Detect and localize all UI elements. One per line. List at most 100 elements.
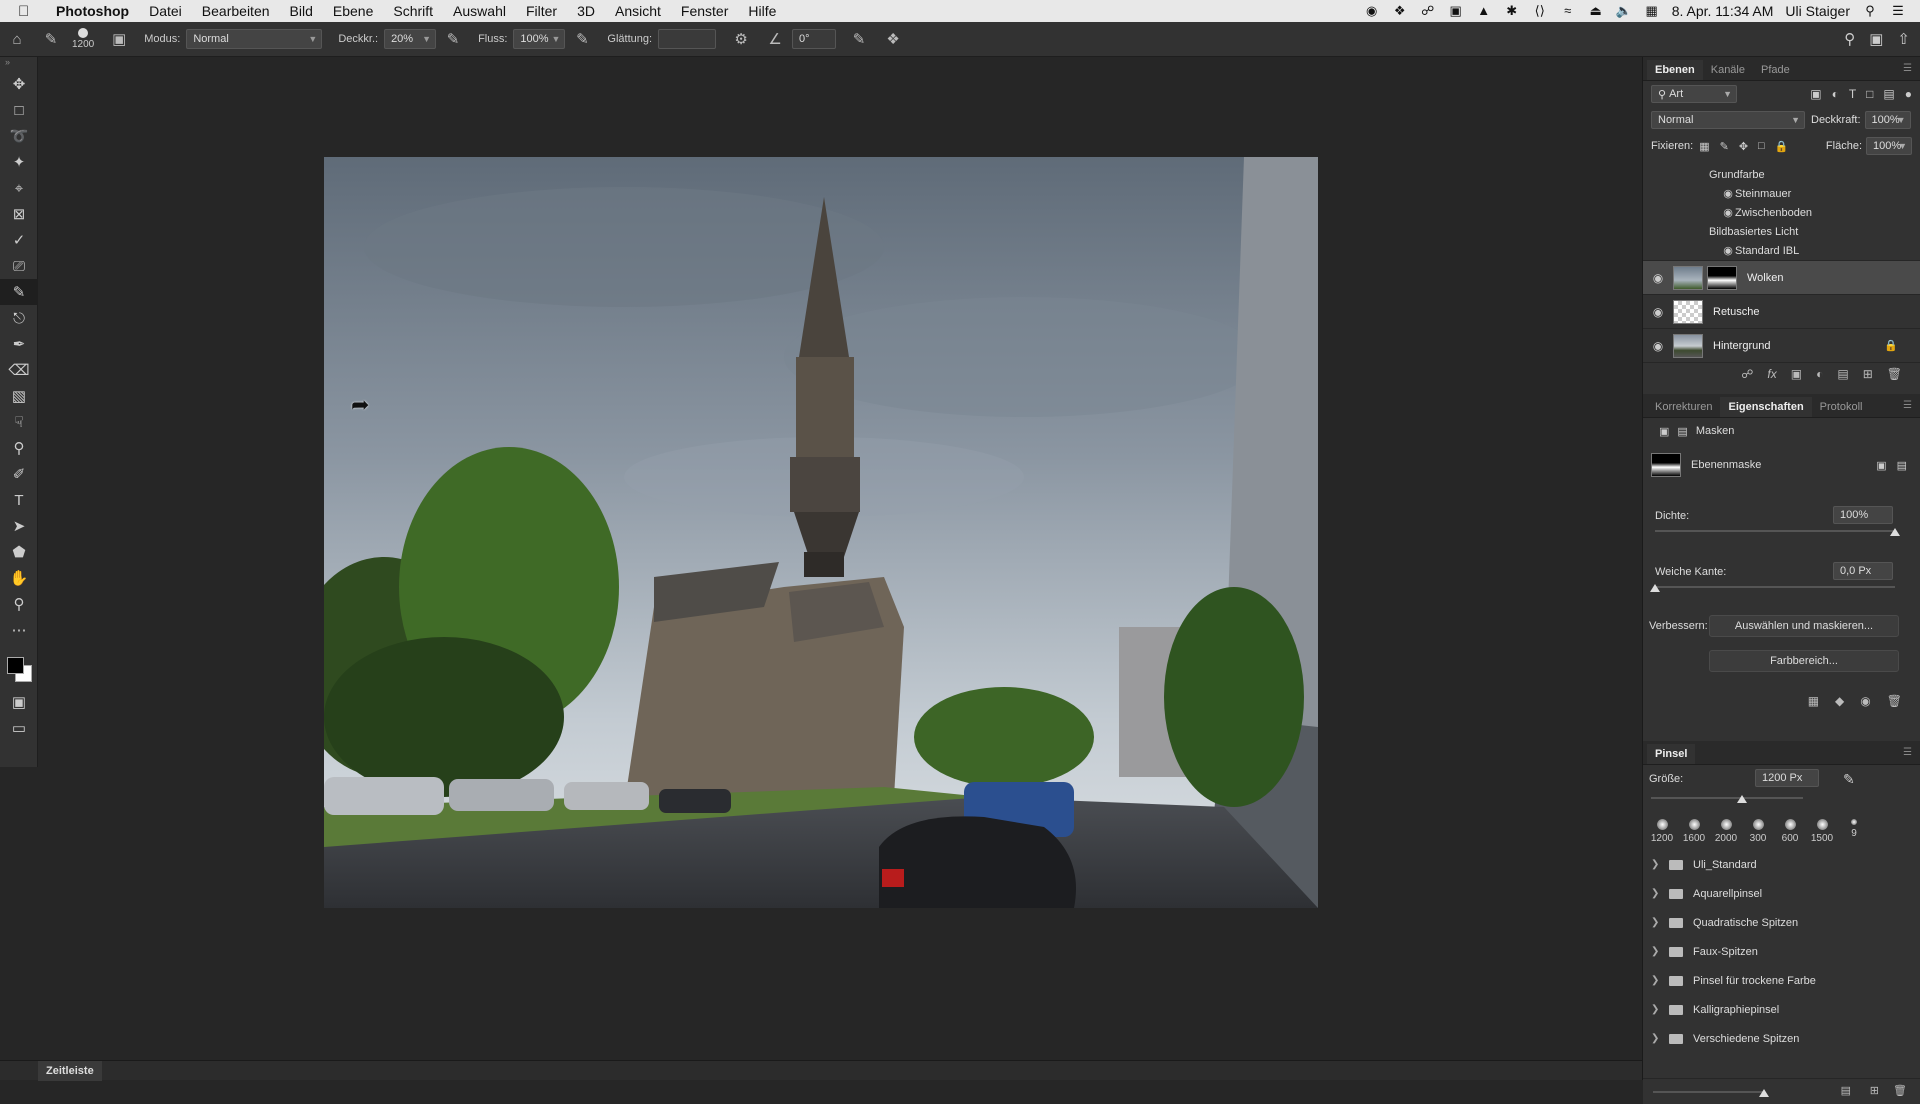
feather-field[interactable]: 0,0 Px (1833, 562, 1893, 580)
menu-datei[interactable]: Datei (139, 3, 192, 19)
trash-icon[interactable]: 🗑 (1887, 694, 1902, 708)
effect-ibl[interactable]: Bildbasiertes Licht (1709, 222, 1920, 241)
menu-fenster[interactable]: Fenster (671, 3, 738, 19)
smoothing-field[interactable] (658, 29, 717, 49)
angle-field[interactable]: 0° (792, 29, 837, 49)
brush-size-slider-track[interactable] (1651, 797, 1803, 799)
pressure-size-icon[interactable]: ✎ (848, 28, 870, 50)
lock-transparency-icon[interactable]: ▦ (1699, 140, 1709, 153)
blend-mode-select[interactable]: Normal ▼ (1651, 111, 1805, 129)
symmetry-icon[interactable]: ❖ (882, 28, 904, 50)
menu-bearbeiten[interactable]: Bearbeiten (192, 3, 280, 19)
brush-folder[interactable]: ❯ Verschiedene Spitzen (1643, 1024, 1920, 1053)
color-range-button[interactable]: Farbbereich... (1709, 650, 1899, 672)
healing-brush-tool-icon[interactable]: ⎚ (0, 253, 38, 279)
eye-icon[interactable]: ◉ (1721, 244, 1735, 257)
screen-mode-icon[interactable]: ▭ (0, 715, 38, 741)
workspace-icon[interactable]: ▣ (1869, 30, 1883, 48)
frame-tool-icon[interactable]: ⊠ (0, 201, 38, 227)
layer-row-hintergrund[interactable]: ◉ Hintergrund 🔒 (1643, 328, 1920, 362)
clone-stamp-tool-icon[interactable]: ⎋ (0, 305, 38, 331)
tab-eigenschaften[interactable]: Eigenschaften (1720, 397, 1812, 417)
add-vector-mask-icon[interactable]: ▤ (1897, 459, 1907, 472)
menu-hilfe[interactable]: Hilfe (738, 3, 786, 19)
brush-size-field[interactable]: 1200 Px (1755, 769, 1819, 787)
panel-menu-icon[interactable]: ☰ (1903, 400, 1912, 411)
gradient-tool-icon[interactable]: ▧ (0, 383, 38, 409)
dropbox-icon[interactable]: ❖ (1392, 4, 1408, 18)
brush-size-picker[interactable]: 1200 (72, 28, 94, 50)
effect-stone-wall[interactable]: ◉ Steinmauer (1709, 184, 1920, 203)
brush-tip[interactable]: 2000 (1715, 819, 1737, 844)
brush-folder[interactable]: ❯ Pinsel für trockene Farbe (1643, 966, 1920, 995)
shape-tool-icon[interactable]: ⬟ (0, 539, 38, 565)
marquee-tool-icon[interactable]: □ (0, 97, 38, 123)
more-tools-icon[interactable]: ⋯ (0, 617, 38, 643)
hand-tool-icon[interactable]: ✋ (0, 565, 38, 591)
share-icon[interactable]: ⇧ (1897, 30, 1910, 48)
new-layer-icon[interactable]: ⊞ (1863, 367, 1873, 381)
brush-tip[interactable]: 1600 (1683, 819, 1705, 844)
app-status-icon[interactable]: ▣ (1448, 4, 1464, 18)
menu-ansicht[interactable]: Ansicht (605, 3, 671, 19)
crop-tool-icon[interactable]: ⌖ (0, 175, 38, 201)
bluetooth-icon[interactable]: ✱ (1504, 4, 1520, 18)
trash-icon[interactable]: 🗑 (1893, 1084, 1907, 1097)
document-image[interactable] (324, 157, 1318, 908)
filter-toggle-icon[interactable]: ● (1905, 87, 1912, 101)
panel-menu-icon[interactable]: ☰ (1903, 63, 1912, 74)
layer-row-retusche[interactable]: ◉ Retusche (1643, 294, 1920, 328)
lock-all-icon[interactable]: 🔒 (1775, 140, 1789, 153)
add-mask-icon[interactable]: ▣ (1791, 367, 1802, 381)
layer-row-wolken[interactable]: ◉ Wolken (1643, 260, 1920, 294)
eye-icon[interactable]: ◉ (1860, 694, 1870, 708)
link-layers-icon[interactable]: ☍ (1741, 367, 1753, 381)
vector-mask-icon[interactable]: ▤ (1677, 425, 1687, 438)
menu-schrift[interactable]: Schrift (383, 3, 443, 19)
adjustment-layer-icon[interactable]: ◐ (1816, 367, 1823, 381)
eye-icon[interactable]: ◉ (1643, 305, 1673, 319)
dodge-tool-icon[interactable]: ⚲ (0, 435, 38, 461)
spotlight-search-icon[interactable]: ⚲ (1862, 4, 1878, 18)
tab-protokoll[interactable]: Protokoll (1812, 397, 1871, 417)
flow-field[interactable]: 100% ▼ (513, 29, 566, 49)
select-mask-icon[interactable]: ▣ (1876, 459, 1886, 472)
menu-ebene[interactable]: Ebene (323, 3, 383, 19)
pen-tool-icon[interactable]: ✐ (0, 461, 38, 487)
filter-shape-icon[interactable]: □ (1866, 87, 1873, 101)
menu-3d[interactable]: 3D (567, 3, 605, 19)
filter-type-icon[interactable]: T (1849, 87, 1856, 101)
layer-mask-thumbnail[interactable] (1707, 265, 1737, 290)
brush-settings-icon[interactable]: ▣ (108, 28, 130, 50)
move-tool-icon[interactable]: ✥ (0, 71, 38, 97)
canvas-area[interactable]: ➦ (38, 57, 1642, 1060)
eraser-tool-icon[interactable]: ⌫ (0, 357, 38, 383)
apple-icon[interactable]:  (18, 3, 42, 20)
quick-mask-icon[interactable]: ▣ (0, 689, 38, 715)
effect-base-color[interactable]: Grundfarbe (1709, 165, 1920, 184)
record-icon[interactable]: ◉ (1364, 4, 1380, 18)
foreground-color-swatch[interactable] (7, 657, 24, 674)
eye-icon[interactable]: ◉ (1721, 206, 1735, 219)
select-and-mask-button[interactable]: Auswählen und maskieren... (1709, 615, 1899, 637)
opacity-field[interactable]: 20% ▼ (384, 29, 437, 49)
eyedropper-tool-icon[interactable]: ✓ (0, 227, 38, 253)
brush-tip[interactable]: 9 (1843, 819, 1865, 844)
lock-artboard-icon[interactable]: □ (1758, 140, 1765, 153)
effect-standard-ibl[interactable]: ◉ Standard IBL (1709, 241, 1920, 260)
eye-icon[interactable]: ◉ (1721, 187, 1735, 200)
menu-bild[interactable]: Bild (280, 3, 323, 19)
layer-opacity-field[interactable]: 100% ▼ (1864, 111, 1911, 129)
brush-folder[interactable]: ❯ Aquarellpinsel (1643, 879, 1920, 908)
wifi-icon[interactable]: ≈ (1560, 4, 1576, 18)
path-selection-tool-icon[interactable]: ➤ (0, 513, 38, 539)
load-selection-icon[interactable]: ▦ (1808, 694, 1819, 708)
feather-slider-track[interactable] (1655, 586, 1895, 588)
tab-ebenen[interactable]: Ebenen (1647, 60, 1703, 80)
trash-icon[interactable]: 🗑 (1887, 367, 1902, 381)
preview-size-slider-thumb[interactable] (1759, 1089, 1769, 1097)
brush-preset-icon[interactable]: ✎ (40, 28, 62, 50)
tab-pinsel[interactable]: Pinsel (1647, 744, 1696, 764)
menubar-user[interactable]: Uli Staiger (1785, 3, 1850, 19)
density-slider-track[interactable] (1655, 530, 1895, 532)
